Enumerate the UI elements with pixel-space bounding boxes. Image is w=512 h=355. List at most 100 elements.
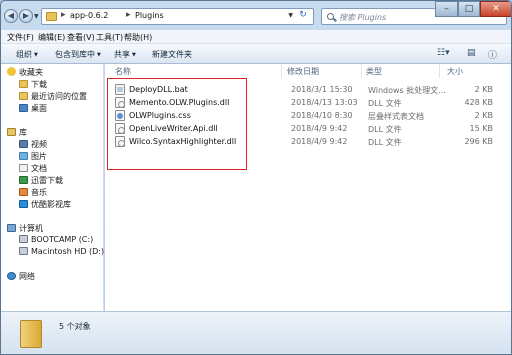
item-count: 5 个对象 bbox=[59, 322, 91, 331]
nav-computer-label: 计算机 bbox=[19, 224, 43, 233]
nav-drive-c-label: BOOTCAMP (C:) bbox=[31, 235, 94, 244]
nav-drive-d-label: Macintosh HD (D:) bbox=[31, 247, 105, 256]
breadcrumb-separator-icon[interactable]: ▸ bbox=[126, 10, 131, 20]
command-bar: 组织 ▼ 包含到库中 ▼ 共享 ▼ 新建文件夹 ☷▾ ▤ ⓘ bbox=[1, 44, 511, 64]
nav-videos-label: 视频 bbox=[31, 140, 47, 149]
nav-youku-label: 优酷影视库 bbox=[31, 200, 71, 209]
library-icon bbox=[7, 128, 16, 136]
refresh-icon[interactable]: ↻ bbox=[296, 10, 310, 23]
nav-drive-d[interactable]: Macintosh HD (D:) bbox=[19, 247, 104, 259]
computer-icon bbox=[7, 224, 16, 232]
music-icon bbox=[19, 188, 28, 196]
nav-documents[interactable]: 文档 bbox=[19, 163, 47, 175]
nav-computer[interactable]: 计算机 bbox=[7, 223, 43, 235]
nav-music[interactable]: 音乐 bbox=[19, 187, 47, 199]
navigation-pane: 收藏夹 下载 最近访问的位置 桌面 库 视频 图片 文档 迅雷下载 音乐 优酷影… bbox=[1, 64, 104, 311]
document-icon bbox=[19, 164, 28, 172]
chevron-down-icon: ▼ bbox=[34, 52, 38, 58]
address-dropdown-icon[interactable]: ▼ bbox=[288, 12, 293, 19]
menu-bar: 文件(F) 编辑(E) 查看(V) 工具(T) 帮助(H) bbox=[1, 30, 511, 44]
share-button[interactable]: 共享 ▼ bbox=[114, 49, 136, 60]
nav-music-label: 音乐 bbox=[31, 188, 47, 197]
column-divider[interactable] bbox=[281, 64, 282, 78]
nav-youku[interactable]: 优酷影视库 bbox=[19, 199, 71, 211]
nav-pictures[interactable]: 图片 bbox=[19, 151, 47, 163]
minimize-button[interactable]: – bbox=[435, 1, 458, 17]
file-size: 296 KB bbox=[464, 137, 493, 146]
recent-pages-dropdown-icon[interactable]: ▼ bbox=[34, 13, 39, 20]
recent-places-icon bbox=[19, 92, 28, 100]
nav-xunlei[interactable]: 迅雷下载 bbox=[19, 175, 63, 187]
file-list: 名称 修改日期 类型 大小 DeployDLL.bat 2018/3/1 15:… bbox=[105, 64, 511, 311]
column-header-type[interactable]: 类型 bbox=[366, 66, 382, 77]
column-header-name[interactable]: 名称 bbox=[115, 66, 131, 77]
back-button[interactable]: ◀ bbox=[4, 9, 18, 23]
nav-recent-label: 最近访问的位置 bbox=[31, 92, 87, 101]
network-icon bbox=[7, 272, 16, 280]
file-type: DLL 文件 bbox=[368, 138, 402, 147]
nav-libraries-label: 库 bbox=[19, 128, 27, 137]
help-icon[interactable]: ⓘ bbox=[488, 48, 497, 61]
drive-icon bbox=[19, 235, 28, 243]
include-library-label: 包含到库中 bbox=[55, 50, 95, 59]
nav-documents-label: 文档 bbox=[31, 164, 47, 173]
nav-videos[interactable]: 视频 bbox=[19, 139, 47, 151]
nav-favorites-label: 收藏夹 bbox=[19, 68, 43, 77]
maximize-button[interactable]: □ bbox=[458, 1, 480, 17]
menu-file[interactable]: 文件(F) bbox=[7, 32, 34, 43]
nav-downloads-label: 下载 bbox=[31, 80, 47, 89]
chevron-down-icon: ▼ bbox=[132, 52, 136, 58]
column-divider[interactable] bbox=[439, 64, 440, 78]
breadcrumb-app[interactable]: app-0.6.2 bbox=[70, 11, 108, 20]
menu-edit[interactable]: 编辑(E) bbox=[38, 32, 65, 43]
nav-downloads[interactable]: 下载 bbox=[19, 79, 47, 91]
file-date: 2018/4/9 9:42 bbox=[291, 137, 348, 146]
organize-label: 组织 bbox=[16, 50, 32, 59]
pictures-icon bbox=[19, 152, 28, 160]
nav-drive-c[interactable]: BOOTCAMP (C:) bbox=[19, 235, 93, 247]
menu-view[interactable]: 查看(V) bbox=[67, 32, 95, 43]
file-type: DLL 文件 bbox=[368, 125, 402, 134]
nav-recent[interactable]: 最近访问的位置 bbox=[19, 91, 87, 103]
file-date: 2018/4/13 13:03 bbox=[291, 98, 358, 107]
close-button[interactable]: ✕ bbox=[480, 1, 511, 17]
share-label: 共享 bbox=[114, 50, 130, 59]
organize-button[interactable]: 组织 ▼ bbox=[16, 49, 38, 60]
new-folder-button[interactable]: 新建文件夹 bbox=[152, 49, 192, 60]
forward-button[interactable]: ▶ bbox=[19, 9, 33, 23]
file-size: 428 KB bbox=[464, 98, 493, 107]
view-options-icon[interactable]: ☷▾ bbox=[437, 48, 450, 58]
breadcrumb-plugins[interactable]: Plugins bbox=[135, 11, 164, 20]
highlight-annotation-box bbox=[107, 78, 247, 170]
nav-xunlei-label: 迅雷下载 bbox=[31, 176, 63, 185]
menu-tools[interactable]: 工具(T) bbox=[96, 32, 123, 43]
file-date: 2018/4/10 8:30 bbox=[291, 111, 353, 120]
nav-libraries[interactable]: 库 bbox=[7, 127, 27, 139]
search-icon bbox=[327, 13, 334, 20]
downloads-folder-icon bbox=[19, 80, 28, 88]
nav-favorites[interactable]: 收藏夹 bbox=[7, 67, 43, 79]
video-icon bbox=[19, 140, 28, 148]
breadcrumb-separator-icon[interactable]: ▸ bbox=[61, 10, 66, 20]
file-type: DLL 文件 bbox=[368, 99, 402, 108]
file-type: 层叠样式表文档 bbox=[368, 112, 424, 121]
menu-help[interactable]: 帮助(H) bbox=[124, 32, 152, 43]
nav-desktop-label: 桌面 bbox=[31, 104, 47, 113]
details-pane: 5 个对象 bbox=[1, 311, 511, 354]
folder-icon bbox=[46, 12, 57, 21]
folder-icon bbox=[20, 320, 42, 348]
include-library-button[interactable]: 包含到库中 ▼ bbox=[55, 49, 101, 60]
file-size: 2 KB bbox=[474, 111, 493, 120]
address-bar[interactable]: ▸ app-0.6.2 ▸ Plugins ▼ ↻ bbox=[41, 8, 314, 25]
nav-network[interactable]: 网络 bbox=[7, 271, 35, 283]
nav-desktop[interactable]: 桌面 bbox=[19, 103, 47, 115]
file-size: 15 KB bbox=[469, 124, 493, 133]
file-date: 2018/4/9 9:42 bbox=[291, 124, 348, 133]
chevron-down-icon: ▼ bbox=[97, 52, 101, 58]
column-header-date[interactable]: 修改日期 bbox=[287, 66, 319, 77]
nav-network-label: 网络 bbox=[19, 272, 35, 281]
column-divider[interactable] bbox=[361, 64, 362, 78]
preview-pane-icon[interactable]: ▤ bbox=[467, 48, 476, 58]
column-header-size[interactable]: 大小 bbox=[447, 66, 463, 77]
file-date: 2018/3/1 15:30 bbox=[291, 85, 353, 94]
